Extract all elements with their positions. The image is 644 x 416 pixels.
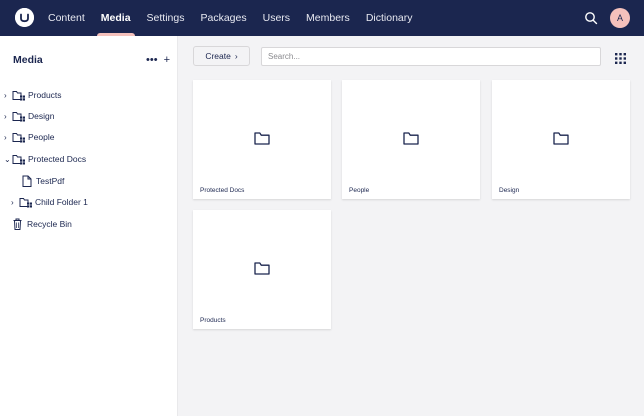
create-button-label: Create xyxy=(205,51,231,61)
document-icon xyxy=(20,175,34,187)
sidebar-actions: ••• + xyxy=(146,54,170,66)
tree-item-label: TestPdf xyxy=(36,176,65,186)
grid-view-icon[interactable] xyxy=(615,51,626,64)
folder-icon xyxy=(12,131,26,143)
tree-item-child-folder-1[interactable]: › Child Folder 1 xyxy=(11,193,88,211)
tree-item-label: People xyxy=(28,132,55,142)
search-input[interactable] xyxy=(261,47,601,66)
create-button[interactable]: Create › xyxy=(193,46,250,66)
folder-icon xyxy=(553,132,569,145)
tree-item-label: Protected Docs xyxy=(28,154,87,164)
card-label: Protected Docs xyxy=(200,187,245,194)
trash-icon xyxy=(11,218,25,230)
media-card-products[interactable]: Products xyxy=(193,210,331,329)
tree-item-label: Design xyxy=(28,111,55,121)
folder-icon xyxy=(12,89,26,101)
card-label: People xyxy=(349,187,370,194)
more-options-button[interactable]: ••• xyxy=(146,54,158,66)
nav-item-content[interactable]: Content xyxy=(40,0,93,36)
nav-item-users[interactable]: Users xyxy=(255,0,298,36)
tree-item-testpdf[interactable]: TestPdf xyxy=(20,172,64,190)
sidebar-title: Media xyxy=(13,54,43,66)
user-avatar[interactable]: A xyxy=(610,8,630,28)
media-card-people[interactable]: People xyxy=(342,80,480,199)
nav-item-dictionary[interactable]: Dictionary xyxy=(358,0,421,36)
tree-item-label: Products xyxy=(28,90,62,100)
nav-item-settings[interactable]: Settings xyxy=(139,0,193,36)
media-tree-sidebar: Media ••• + › Products › Design › People… xyxy=(0,36,178,416)
folder-icon xyxy=(403,132,419,145)
chevron-down-icon[interactable]: ⌄ xyxy=(4,155,12,164)
tree-item-products[interactable]: › Products xyxy=(4,86,62,104)
folder-icon xyxy=(19,196,33,208)
chevron-right-icon[interactable]: › xyxy=(4,112,12,121)
tree-item-design[interactable]: › Design xyxy=(4,107,54,125)
add-item-button[interactable]: + xyxy=(164,54,170,66)
chevron-right-icon[interactable]: › xyxy=(11,198,19,207)
nav-item-packages[interactable]: Packages xyxy=(193,0,255,36)
card-label: Products xyxy=(200,317,226,324)
folder-icon xyxy=(254,132,270,145)
tree-item-people[interactable]: › People xyxy=(4,128,54,146)
umbraco-logo-icon[interactable] xyxy=(15,8,34,27)
main-nav: Content Media Settings Packages Users Me… xyxy=(40,0,421,36)
nav-item-media[interactable]: Media xyxy=(93,0,139,36)
card-label: Design xyxy=(499,187,520,194)
nav-item-members[interactable]: Members xyxy=(298,0,358,36)
media-card-protected-docs[interactable]: Protected Docs xyxy=(193,80,331,199)
tree-item-label: Child Folder 1 xyxy=(35,197,88,207)
top-navigation-bar: Content Media Settings Packages Users Me… xyxy=(0,0,644,36)
chevron-right-icon[interactable]: › xyxy=(4,133,12,142)
folder-icon xyxy=(254,262,270,275)
media-main-area: Create › Protected Docs People Design Pr… xyxy=(178,36,644,416)
folder-icon xyxy=(12,110,26,122)
tree-item-recycle-bin[interactable]: Recycle Bin xyxy=(11,215,72,233)
tree-item-protected-docs[interactable]: ⌄ Protected Docs xyxy=(4,150,86,168)
chevron-right-icon: › xyxy=(234,51,238,61)
media-card-design[interactable]: Design xyxy=(492,80,630,199)
chevron-right-icon[interactable]: › xyxy=(4,91,12,100)
tree-item-label: Recycle Bin xyxy=(27,219,72,229)
search-icon[interactable] xyxy=(584,11,598,25)
folder-icon xyxy=(12,153,26,165)
